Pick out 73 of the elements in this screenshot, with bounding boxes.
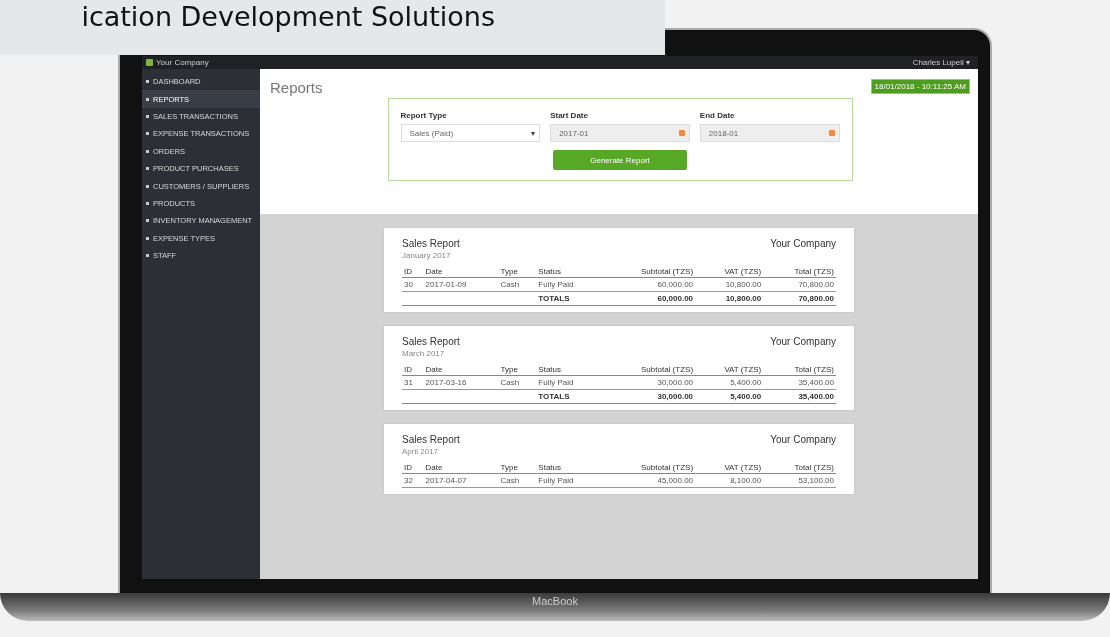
caption-banner: ication Development Solutions: [0, 0, 665, 55]
end-date-field[interactable]: 2018-01: [699, 124, 840, 142]
table-cell: Fully Paid: [536, 375, 602, 390]
company-name: Your Company: [770, 336, 836, 347]
laptop-label: MacBook: [532, 594, 578, 607]
field-label: Start Date: [550, 111, 589, 120]
table-cell: Fully Paid: [536, 473, 602, 488]
total-cell: 60,000.00: [601, 291, 696, 306]
column-header: Total (TZS): [763, 364, 836, 376]
field-label: End Date: [699, 111, 736, 120]
column-header: Subtotal (TZS): [601, 364, 696, 376]
datetime-badge: 18/01/2018 - 10:11:25 AM: [870, 79, 970, 94]
logo-icon: [146, 59, 153, 66]
table-cell: 2017-03-16: [423, 375, 499, 390]
column-header: ID: [402, 364, 424, 376]
table-cell: 30: [402, 277, 424, 292]
table-cell: 2017-04-07: [423, 473, 499, 488]
caret-icon: ▾: [531, 128, 536, 138]
table-cell: 30,000.00: [601, 375, 696, 390]
table-cell: 32: [402, 473, 424, 488]
column-header: Subtotal (TZS): [601, 266, 696, 278]
table-cell: 53,100.00: [763, 473, 836, 488]
company-name: Your Company: [770, 434, 836, 445]
table-cell: Cash: [498, 473, 537, 488]
column-header: Status: [536, 462, 602, 474]
column-header: Type: [498, 462, 537, 474]
totals-label: TOTALS: [536, 389, 602, 404]
report-title: Sales Report: [402, 238, 460, 249]
column-header: Subtotal (TZS): [601, 462, 696, 474]
table-cell: 2017-01-09: [423, 277, 499, 292]
table-cell: 31: [402, 375, 424, 390]
user-menu[interactable]: Charles Lupeli ▾: [912, 58, 970, 67]
table-cell: 10,800.00: [695, 277, 764, 292]
table-cell: 60,000.00: [601, 277, 696, 292]
page-title: Reports: [270, 79, 323, 96]
report-period: March 2017: [402, 349, 446, 358]
column-header: Type: [498, 364, 537, 376]
column-header: Total (TZS): [763, 462, 836, 474]
column-header: ID: [402, 266, 424, 278]
table-cell: Fully Paid: [536, 277, 602, 292]
table-cell: Cash: [498, 277, 537, 292]
column-header: Date: [423, 364, 499, 376]
total-cell: 5,400.00: [695, 389, 764, 404]
report-title: Sales Report: [402, 336, 460, 347]
total-cell: 35,400.00: [763, 389, 836, 404]
column-header: Status: [536, 266, 602, 278]
column-header: VAT (TZS): [695, 462, 764, 474]
totals-label: TOTALS: [536, 291, 602, 306]
table-cell: 8,100.00: [695, 473, 764, 488]
field-label: Report Type: [400, 111, 448, 120]
company-name: Your Company: [770, 238, 836, 249]
column-header: ID: [402, 462, 424, 474]
table-cell: 35,400.00: [763, 375, 836, 390]
table-cell: 70,800.00: [763, 277, 836, 292]
column-header: Date: [423, 462, 499, 474]
column-header: VAT (TZS): [695, 266, 764, 278]
table-cell: 5,400.00: [695, 375, 764, 390]
column-header: Type: [498, 266, 537, 278]
column-header: Status: [536, 364, 602, 376]
report-period: April 2017: [402, 447, 440, 456]
total-cell: 70,800.00: [763, 291, 836, 306]
report-period: January 2017: [402, 251, 452, 260]
column-header: Date: [423, 266, 499, 278]
total-cell: 30,000.00: [601, 389, 696, 404]
column-header: VAT (TZS): [695, 364, 764, 376]
brand-name: Your Company: [156, 58, 209, 67]
report-type-select[interactable]: Sales (Paid) ▾: [400, 124, 541, 142]
report-title: Sales Report: [402, 434, 460, 445]
start-date-field[interactable]: 2017-01: [550, 124, 690, 142]
column-header: Total (TZS): [763, 266, 836, 278]
table-cell: 45,000.00: [601, 473, 696, 488]
total-cell: 10,800.00: [695, 291, 764, 306]
table-cell: Cash: [498, 375, 537, 390]
